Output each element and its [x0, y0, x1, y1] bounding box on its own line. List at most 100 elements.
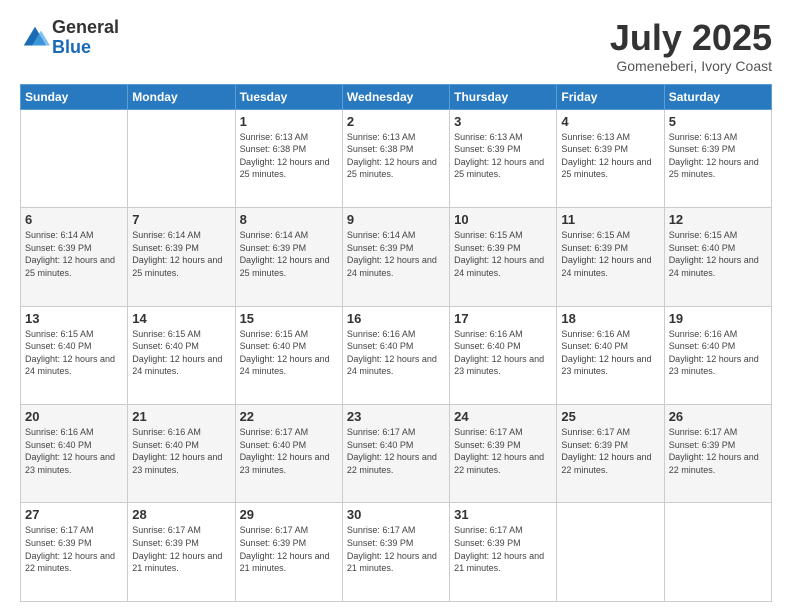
day-number: 6 [25, 212, 123, 227]
weekday-header: Tuesday [235, 84, 342, 109]
calendar-day-cell [128, 109, 235, 207]
calendar-week-row: 6 Sunrise: 6:14 AM Sunset: 6:39 PM Daylig… [21, 208, 772, 306]
day-info: Sunrise: 6:17 AM Sunset: 6:39 PM Dayligh… [240, 524, 338, 574]
day-info: Sunrise: 6:17 AM Sunset: 6:39 PM Dayligh… [454, 524, 552, 574]
day-info: Sunrise: 6:16 AM Sunset: 6:40 PM Dayligh… [25, 426, 123, 476]
day-info: Sunrise: 6:17 AM Sunset: 6:39 PM Dayligh… [132, 524, 230, 574]
logo-icon [20, 23, 50, 53]
day-number: 19 [669, 311, 767, 326]
calendar-day-cell: 26 Sunrise: 6:17 AM Sunset: 6:39 PM Dayli… [664, 405, 771, 503]
day-info: Sunrise: 6:17 AM Sunset: 6:39 PM Dayligh… [347, 524, 445, 574]
calendar-day-cell [664, 503, 771, 602]
calendar-day-cell: 4 Sunrise: 6:13 AM Sunset: 6:39 PM Daylig… [557, 109, 664, 207]
calendar-day-cell: 6 Sunrise: 6:14 AM Sunset: 6:39 PM Daylig… [21, 208, 128, 306]
day-number: 1 [240, 114, 338, 129]
day-number: 9 [347, 212, 445, 227]
calendar-day-cell: 10 Sunrise: 6:15 AM Sunset: 6:39 PM Dayli… [450, 208, 557, 306]
calendar-day-cell: 27Sunrise: 6:17 AM Sunset: 6:39 PM Dayli… [21, 503, 128, 602]
calendar-day-cell: 1 Sunrise: 6:13 AM Sunset: 6:38 PM Daylig… [235, 109, 342, 207]
day-number: 24 [454, 409, 552, 424]
day-info: Sunrise: 6:15 AM Sunset: 6:40 PM Dayligh… [132, 328, 230, 378]
calendar-day-cell: 2 Sunrise: 6:13 AM Sunset: 6:38 PM Daylig… [342, 109, 449, 207]
day-number: 21 [132, 409, 230, 424]
day-number: 15 [240, 311, 338, 326]
day-number: 18 [561, 311, 659, 326]
day-number: 29 [240, 507, 338, 522]
calendar-day-cell: 5Sunrise: 6:13 AM Sunset: 6:39 PM Daylig… [664, 109, 771, 207]
day-number: 28 [132, 507, 230, 522]
day-number: 20 [25, 409, 123, 424]
day-info: Sunrise: 6:15 AM Sunset: 6:39 PM Dayligh… [561, 229, 659, 279]
calendar-day-cell: 11 Sunrise: 6:15 AM Sunset: 6:39 PM Dayli… [557, 208, 664, 306]
logo: General Blue [20, 18, 119, 58]
calendar-day-cell: 9Sunrise: 6:14 AM Sunset: 6:39 PM Daylig… [342, 208, 449, 306]
calendar-day-cell: 19 Sunrise: 6:16 AM Sunset: 6:40 PM Dayli… [664, 306, 771, 404]
calendar-header-row: SundayMondayTuesdayWednesdayThursdayFrid… [21, 84, 772, 109]
calendar-day-cell: 12 Sunrise: 6:15 AM Sunset: 6:40 PM Dayli… [664, 208, 771, 306]
calendar-week-row: 13 Sunrise: 6:15 AM Sunset: 6:40 PM Dayli… [21, 306, 772, 404]
calendar-day-cell: 7Sunrise: 6:14 AM Sunset: 6:39 PM Daylig… [128, 208, 235, 306]
day-number: 23 [347, 409, 445, 424]
logo-general: General [52, 18, 119, 38]
day-info: Sunrise: 6:17 AM Sunset: 6:39 PM Dayligh… [669, 426, 767, 476]
day-number: 16 [347, 311, 445, 326]
day-number: 31 [454, 507, 552, 522]
day-info: Sunrise: 6:15 AM Sunset: 6:40 PM Dayligh… [669, 229, 767, 279]
day-number: 26 [669, 409, 767, 424]
weekday-header: Sunday [21, 84, 128, 109]
day-info: Sunrise: 6:15 AM Sunset: 6:39 PM Dayligh… [454, 229, 552, 279]
calendar-day-cell: 20 Sunrise: 6:16 AM Sunset: 6:40 PM Dayli… [21, 405, 128, 503]
day-info: Sunrise: 6:14 AM Sunset: 6:39 PM Dayligh… [25, 229, 123, 279]
day-info: Sunrise: 6:15 AM Sunset: 6:40 PM Dayligh… [240, 328, 338, 378]
day-number: 13 [25, 311, 123, 326]
calendar-day-cell: 29 Sunrise: 6:17 AM Sunset: 6:39 PM Dayli… [235, 503, 342, 602]
calendar-day-cell: 21 Sunrise: 6:16 AM Sunset: 6:40 PM Dayli… [128, 405, 235, 503]
calendar-week-row: 27Sunrise: 6:17 AM Sunset: 6:39 PM Dayli… [21, 503, 772, 602]
logo-text: General Blue [52, 18, 119, 58]
day-info: Sunrise: 6:13 AM Sunset: 6:38 PM Dayligh… [240, 131, 338, 181]
day-info: Sunrise: 6:16 AM Sunset: 6:40 PM Dayligh… [132, 426, 230, 476]
calendar-day-cell: 30Sunrise: 6:17 AM Sunset: 6:39 PM Dayli… [342, 503, 449, 602]
title-block: July 2025 Gomeneberi, Ivory Coast [610, 18, 772, 74]
calendar-week-row: 20 Sunrise: 6:16 AM Sunset: 6:40 PM Dayli… [21, 405, 772, 503]
month-title: July 2025 [610, 18, 772, 58]
calendar-day-cell: 24 Sunrise: 6:17 AM Sunset: 6:39 PM Dayli… [450, 405, 557, 503]
day-number: 8 [240, 212, 338, 227]
day-info: Sunrise: 6:14 AM Sunset: 6:39 PM Dayligh… [132, 229, 230, 279]
day-info: Sunrise: 6:13 AM Sunset: 6:38 PM Dayligh… [347, 131, 445, 181]
logo-blue: Blue [52, 38, 119, 58]
calendar-table: SundayMondayTuesdayWednesdayThursdayFrid… [20, 84, 772, 602]
calendar-day-cell: 23Sunrise: 6:17 AM Sunset: 6:40 PM Dayli… [342, 405, 449, 503]
day-info: Sunrise: 6:13 AM Sunset: 6:39 PM Dayligh… [561, 131, 659, 181]
weekday-header: Saturday [664, 84, 771, 109]
weekday-header: Wednesday [342, 84, 449, 109]
calendar-day-cell: 14 Sunrise: 6:15 AM Sunset: 6:40 PM Dayli… [128, 306, 235, 404]
calendar-day-cell: 28 Sunrise: 6:17 AM Sunset: 6:39 PM Dayli… [128, 503, 235, 602]
day-info: Sunrise: 6:15 AM Sunset: 6:40 PM Dayligh… [25, 328, 123, 378]
calendar-day-cell: 18Sunrise: 6:16 AM Sunset: 6:40 PM Dayli… [557, 306, 664, 404]
calendar-day-cell: 31 Sunrise: 6:17 AM Sunset: 6:39 PM Dayli… [450, 503, 557, 602]
day-info: Sunrise: 6:13 AM Sunset: 6:39 PM Dayligh… [454, 131, 552, 181]
day-number: 11 [561, 212, 659, 227]
weekday-header: Monday [128, 84, 235, 109]
calendar-day-cell [21, 109, 128, 207]
day-info: Sunrise: 6:16 AM Sunset: 6:40 PM Dayligh… [669, 328, 767, 378]
day-number: 10 [454, 212, 552, 227]
day-number: 2 [347, 114, 445, 129]
calendar-week-row: 1 Sunrise: 6:13 AM Sunset: 6:38 PM Daylig… [21, 109, 772, 207]
day-number: 4 [561, 114, 659, 129]
day-number: 25 [561, 409, 659, 424]
day-info: Sunrise: 6:17 AM Sunset: 6:39 PM Dayligh… [454, 426, 552, 476]
day-info: Sunrise: 6:17 AM Sunset: 6:39 PM Dayligh… [25, 524, 123, 574]
calendar-day-cell: 25Sunrise: 6:17 AM Sunset: 6:39 PM Dayli… [557, 405, 664, 503]
day-number: 12 [669, 212, 767, 227]
calendar-day-cell: 13 Sunrise: 6:15 AM Sunset: 6:40 PM Dayli… [21, 306, 128, 404]
page: General Blue July 2025 Gomeneberi, Ivory… [0, 0, 792, 612]
weekday-header: Friday [557, 84, 664, 109]
day-info: Sunrise: 6:16 AM Sunset: 6:40 PM Dayligh… [454, 328, 552, 378]
day-number: 14 [132, 311, 230, 326]
day-info: Sunrise: 6:13 AM Sunset: 6:39 PM Dayligh… [669, 131, 767, 181]
day-info: Sunrise: 6:17 AM Sunset: 6:40 PM Dayligh… [240, 426, 338, 476]
calendar-day-cell [557, 503, 664, 602]
calendar-day-cell: 22Sunrise: 6:17 AM Sunset: 6:40 PM Dayli… [235, 405, 342, 503]
